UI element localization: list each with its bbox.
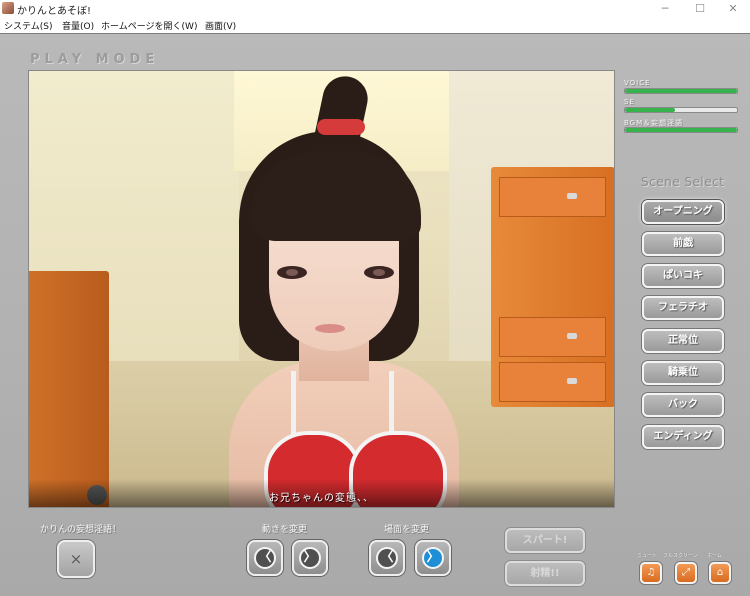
scene-change-label: 場面を変更 (384, 525, 430, 535)
title-bar: かりんとあそぼ! ─ ☐ ✕ (0, 0, 750, 17)
fullscreen-icon: ⤢ (682, 567, 690, 578)
bgm-slider-fill (625, 128, 737, 132)
menu-homepage[interactable]: ホームページを開く(W) (101, 19, 197, 32)
se-slider[interactable] (624, 107, 738, 113)
drawer-handle (567, 333, 577, 339)
home-button[interactable]: ⌂ (709, 562, 731, 584)
voice-slider-label: VOICE (624, 79, 651, 87)
voice-slider-fill (625, 89, 737, 93)
scene-opening-button[interactable]: オープニング (642, 200, 724, 224)
game-panel: PLAY MODE お兄ちゃんの変態、、 VOICE SE BGM＆妄想淫語 S… (0, 33, 750, 596)
drawer-handle (567, 378, 577, 384)
window-title: かりんとあそぼ! (17, 6, 92, 17)
motion-prev-button[interactable]: 〈 (247, 540, 283, 576)
scene-cowgirl-button[interactable]: 騎乗位 (642, 361, 724, 385)
character-eye (277, 266, 307, 279)
mode-title: PLAY MODE (30, 52, 160, 67)
se-slider-label: SE (624, 98, 635, 106)
scene-prev-button[interactable]: 〈 (369, 540, 405, 576)
character-bangs (251, 151, 421, 241)
mute-button[interactable]: ♫ (640, 562, 662, 584)
chevron-left-icon: 〈 (254, 547, 276, 569)
fullscreen-label: フルスクリーン (663, 553, 698, 559)
minimize-button[interactable]: ─ (650, 0, 680, 17)
menu-volume[interactable]: 音量(O) (62, 19, 94, 32)
scene-back-button[interactable]: バック (642, 393, 724, 417)
chevron-right-icon: 〉 (299, 547, 321, 569)
scene-fellatio-button[interactable]: フェラチオ (642, 296, 724, 320)
fantasy-toggle-button[interactable]: × (57, 540, 95, 578)
eye-highlight (286, 269, 298, 276)
se-slider-fill (625, 108, 676, 112)
subtitle-text: お兄ちゃんの変態、、 (269, 493, 374, 504)
finish-button[interactable]: 射精!! (505, 561, 585, 586)
chevron-left-icon: 〈 (376, 547, 398, 569)
mute-label: ミュート (637, 553, 658, 559)
scene-ending-button[interactable]: エンディング (642, 425, 724, 449)
maximize-button[interactable]: ☐ (685, 0, 715, 17)
drawer (499, 362, 606, 402)
home-icon: ⌂ (716, 567, 724, 578)
fantasy-label: かりんの妄想淫語！ (40, 525, 122, 535)
eye-highlight (373, 269, 385, 276)
motion-change-label: 動きを変更 (262, 525, 308, 535)
scene-missionary-button[interactable]: 正常位 (642, 329, 724, 353)
home-label: ホーム (707, 553, 722, 559)
drawer (499, 177, 606, 217)
drawer-handle (567, 193, 577, 199)
close-button[interactable]: ✕ (718, 0, 748, 17)
character-eye (364, 266, 394, 279)
fullscreen-button[interactable]: ⤢ (675, 562, 697, 584)
menu-system[interactable]: システム(S) (4, 19, 52, 32)
cabinet-right (491, 167, 614, 407)
scene-foreplay-button[interactable]: 前戯 (642, 232, 724, 256)
cabinet-left (29, 271, 109, 507)
scene-next-button[interactable]: 〉 (415, 540, 451, 576)
motion-next-button[interactable]: 〉 (292, 540, 328, 576)
drawer (499, 317, 606, 357)
spurt-button[interactable]: スパート! (505, 528, 585, 553)
voice-slider[interactable] (624, 88, 738, 94)
game-viewport[interactable]: お兄ちゃんの変態、、 (28, 70, 615, 508)
character-scrunchie (317, 119, 365, 135)
menu-screen[interactable]: 画面(V) (205, 19, 236, 32)
scene-paizuri-button[interactable]: ぱいコキ (642, 264, 724, 288)
character-lips (315, 324, 345, 333)
chevron-right-icon: 〉 (422, 547, 444, 569)
scene-select-title: Scene Select (641, 175, 725, 189)
app-icon (2, 2, 14, 14)
menu-bar: システム(S) 音量(O) ホームページを開く(W) 画面(V) (0, 17, 750, 33)
mute-icon: ♫ (646, 567, 656, 578)
bgm-slider[interactable] (624, 127, 738, 133)
